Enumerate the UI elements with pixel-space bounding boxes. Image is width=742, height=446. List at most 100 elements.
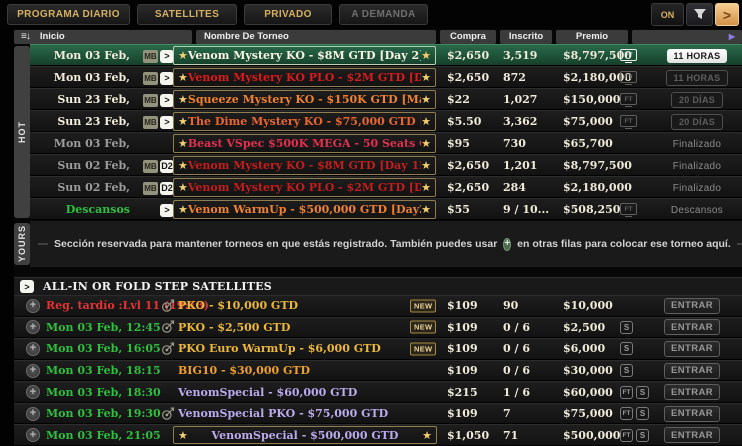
- tournament-name-box[interactable]: ★ VenomSpecial - $500,000 GTD ★: [173, 426, 437, 444]
- column-header-more[interactable]: ▶: [632, 30, 742, 44]
- enter-button[interactable]: ENTRAR: [664, 406, 720, 422]
- favorite-star-icon[interactable]: ★: [178, 182, 188, 193]
- tournament-name-box[interactable]: ★ Venom Mystery KO - $8M GTD [Day 1E] ★: [173, 156, 436, 175]
- enter-button[interactable]: ENTRAR: [664, 319, 720, 335]
- tab-satellites[interactable]: SATELLITES: [137, 4, 237, 25]
- start-time: Sun 02 Feb, 20:05: [30, 177, 130, 199]
- chevron-right-icon[interactable]: >: [20, 280, 34, 293]
- tournament-row[interactable]: + Mon 03 Feb, 21:05 ★ VenomSpecial - $50…: [14, 424, 742, 446]
- add-to-yours-button[interactable]: +: [26, 428, 40, 442]
- add-to-yours-button[interactable]: +: [26, 320, 40, 334]
- favorite-star-icon[interactable]: ★: [421, 116, 431, 127]
- tournament-row[interactable]: + Reg. tardío :Lvl 11 (19:13) ★ PKO - $1…: [14, 295, 742, 317]
- tournament-name-box[interactable]: ★ Venom Mystery KO PLO - $2M GTD [Day 2]…: [173, 68, 436, 87]
- tournament-name-box[interactable]: ★ Beast VSpec $500K MEGA - 50 Seats GTD …: [173, 134, 436, 153]
- enter-button[interactable]: ENTRAR: [664, 384, 720, 400]
- tournament-name-box[interactable]: ★ PKO - $10,000 GTD ★: [178, 296, 298, 316]
- buyin-value: $95: [447, 133, 501, 155]
- tab-a-demanda[interactable]: A DEMANDA: [339, 4, 428, 25]
- start-time: Mon 03 Feb, 21:05: [30, 67, 130, 89]
- favorite-star-icon[interactable]: ★: [178, 160, 188, 171]
- column-header-nombre[interactable]: Nombre De Torneo: [196, 30, 436, 44]
- tournament-name-box[interactable]: ★ Venom Mystery KO - $8M GTD [Day 2] ★: [173, 46, 436, 65]
- enter-button[interactable]: ENTRAR: [664, 363, 720, 379]
- expand-panel-button[interactable]: >: [715, 3, 739, 26]
- tournament-name-box[interactable]: ★ BIG10 - $30,000 GTD ★: [178, 361, 310, 381]
- tournament-name-box[interactable]: ★ Squeeze Mystery KO - $150K GTD [Main] …: [173, 90, 436, 109]
- tournament-row[interactable]: Sun 23 Feb, 22:05 MB> ★ Squeeze Mystery …: [30, 88, 742, 110]
- favorite-star-icon[interactable]: ★: [421, 182, 431, 193]
- enter-button[interactable]: ENTRAR: [664, 298, 720, 314]
- on-toggle-button[interactable]: ON: [651, 3, 684, 26]
- row-badges: FTS: [620, 404, 660, 424]
- column-header-premio[interactable]: Premio: [556, 30, 628, 44]
- tab-privado[interactable]: PRIVADO: [244, 4, 332, 25]
- favorite-star-icon[interactable]: ★: [178, 430, 188, 441]
- row-badges: MB>: [138, 111, 174, 133]
- sort-icon[interactable]: ≡↓: [21, 30, 30, 44]
- row-badges: MB>: [138, 45, 174, 67]
- tournament-name-box[interactable]: ★ Venom Mystery KO PLO - $2M GTD [Day 1E…: [173, 178, 436, 197]
- favorite-star-icon[interactable]: ★: [421, 94, 431, 105]
- tournament-row[interactable]: + Mon 03 Feb, 18:30 ★ VenomSpecial - $60…: [14, 381, 742, 403]
- tournament-row[interactable]: Sun 23 Feb, 22:05 MB> ★ The Dime Mystery…: [30, 110, 742, 132]
- tournament-name-box[interactable]: ★ PKO - $2,500 GTD ★: [178, 318, 290, 338]
- tournament-row[interactable]: Descansos > ★ Venom WarmUp - $500,000 GT…: [30, 198, 742, 220]
- favorite-star-icon[interactable]: ★: [178, 72, 188, 83]
- tournament-name-box[interactable]: ★ PKO Euro WarmUp - $6,000 GTD ★: [178, 339, 381, 359]
- tournament-name-box[interactable]: ★ The Dime Mystery KO - $75,000 GTD [Mai…: [173, 112, 436, 131]
- buyin-value: $109: [447, 361, 501, 381]
- tournament-row[interactable]: Mon 03 Feb, 21:05 MB> ★ Venom Mystery KO…: [30, 44, 742, 66]
- caret-right-icon[interactable]: ▶: [729, 30, 735, 44]
- tab-programa-diario[interactable]: PROGRAMA DIARIO: [7, 4, 130, 25]
- tournament-name-box[interactable]: ★ VenomSpecial - $60,000 GTD ★: [178, 382, 357, 402]
- enter-button[interactable]: ENTRAR: [664, 341, 720, 357]
- favorite-star-icon[interactable]: ★: [421, 72, 431, 83]
- favorite-star-icon[interactable]: ★: [421, 138, 431, 149]
- filter-button[interactable]: [686, 3, 713, 26]
- tournament-row[interactable]: Sun 02 Feb, 20:05 MBD2 ★ Venom Mystery K…: [30, 176, 742, 198]
- row-badges: [138, 133, 174, 155]
- satellites-section-title: ALL-IN OR FOLD STEP SATELLITES: [43, 280, 272, 293]
- favorite-star-icon[interactable]: ★: [178, 94, 188, 105]
- column-header-inscrito[interactable]: Inscrito: [500, 30, 552, 44]
- add-to-yours-button[interactable]: +: [26, 385, 40, 399]
- favorite-star-icon[interactable]: ★: [178, 50, 188, 61]
- favorite-star-icon[interactable]: ★: [178, 116, 188, 127]
- add-to-yours-button[interactable]: +: [26, 299, 40, 313]
- tournament-row[interactable]: + Mon 03 Feb, 12:45 ★ PKO - $2,500 GTD ★…: [14, 317, 742, 339]
- add-to-yours-button[interactable]: +: [26, 342, 40, 356]
- satellites-section-header[interactable]: > ALL-IN OR FOLD STEP SATELLITES: [14, 277, 742, 295]
- tournament-row[interactable]: Mon 03 Feb, 01:05 ★ Beast VSpec $500K ME…: [30, 132, 742, 154]
- column-header-compra[interactable]: Compra: [440, 30, 496, 44]
- entrants-value: 1,027: [503, 89, 559, 111]
- enter-button[interactable]: ENTRAR: [664, 427, 720, 443]
- entrants-value: 0 / 6: [503, 339, 559, 359]
- status-cell: 11 HORAS: [656, 45, 738, 67]
- prize-value: $8,797,500: [563, 155, 641, 177]
- tournament-row[interactable]: + Mon 03 Feb, 19:30 ★ VenomSpecial PKO -…: [14, 403, 742, 425]
- tournament-row[interactable]: Mon 03 Feb, 21:05 MB> ★ Venom Mystery KO…: [30, 66, 742, 88]
- favorite-star-icon[interactable]: ★: [422, 430, 432, 441]
- favorite-star-icon[interactable]: ★: [421, 160, 431, 171]
- buyin-value: $55: [447, 199, 501, 221]
- column-label: Nombre De Torneo: [204, 30, 289, 44]
- row-badges: S: [620, 339, 660, 359]
- tournament-row[interactable]: Sun 02 Feb, 20:05 MBD2 ★ Venom Mystery K…: [30, 154, 742, 176]
- favorite-star-icon[interactable]: ★: [178, 138, 188, 149]
- tournament-row[interactable]: + Mon 03 Feb, 16:05 ★ PKO Euro WarmUp - …: [14, 338, 742, 360]
- add-to-yours-button[interactable]: +: [26, 364, 40, 378]
- tournament-row[interactable]: + Mon 03 Feb, 18:15 ★ BIG10 - $30,000 GT…: [14, 360, 742, 382]
- tournament-name-box[interactable]: ★ Venom WarmUp - $500,000 GTD [Day2] ★: [173, 200, 436, 219]
- column-header-inicio[interactable]: ≡↓ Inicio: [14, 30, 192, 44]
- favorite-star-icon[interactable]: ★: [421, 204, 431, 215]
- favorite-star-icon[interactable]: ★: [178, 204, 188, 215]
- favorite-star-icon[interactable]: ★: [421, 50, 431, 61]
- start-time: Mon 03 Feb, 18:15: [46, 361, 184, 381]
- buyin-value: $1,050: [447, 425, 501, 445]
- tournament-name-box[interactable]: ★ VenomSpecial PKO - $75,000 GTD ★: [178, 404, 388, 424]
- yours-section-label: YOURS: [14, 223, 30, 265]
- tournament-name: The Dime Mystery KO - $75,000 GTD [Main]: [188, 115, 421, 128]
- tournament-name: BIG10 - $30,000 GTD: [178, 364, 310, 377]
- add-to-yours-button[interactable]: +: [26, 407, 40, 421]
